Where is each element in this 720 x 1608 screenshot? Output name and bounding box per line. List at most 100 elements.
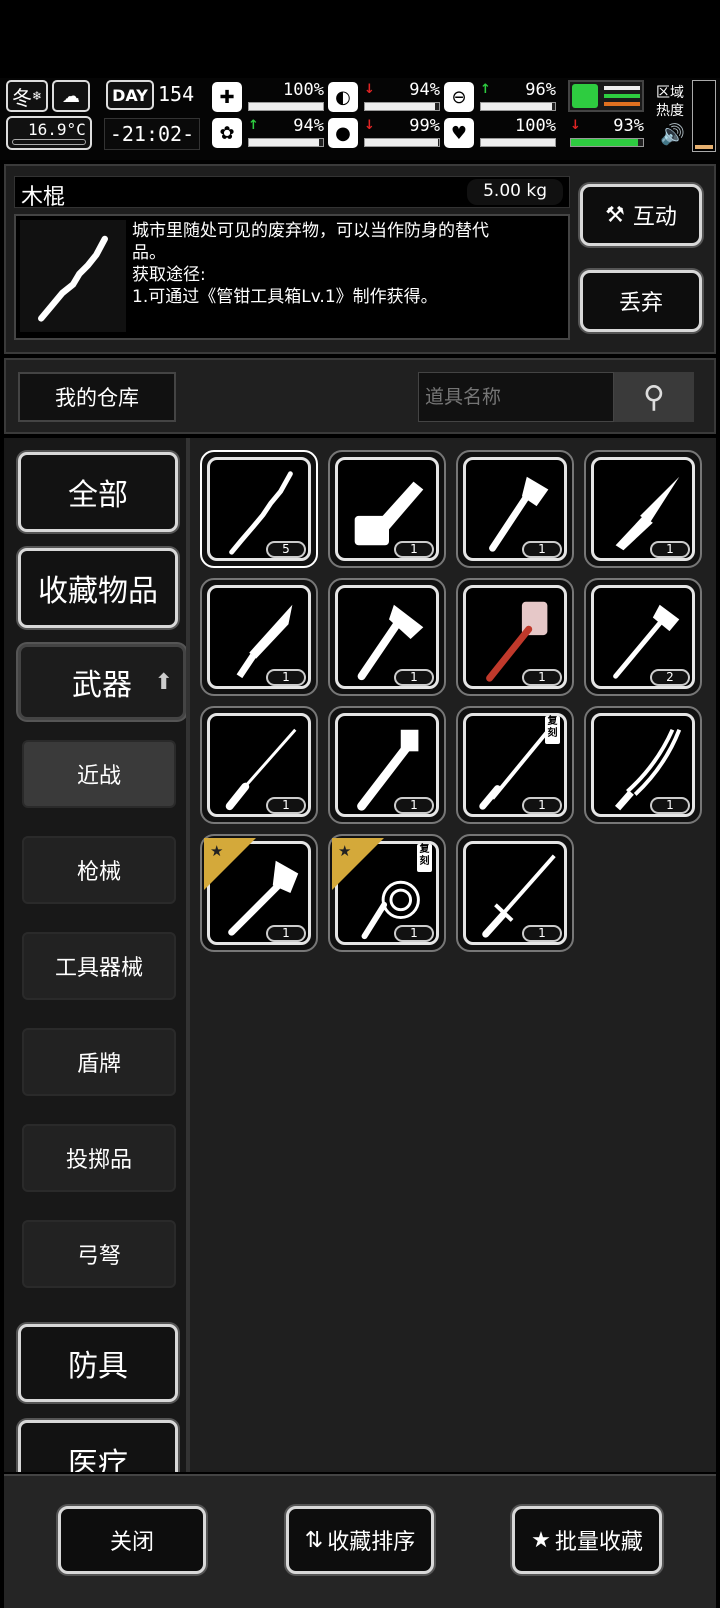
region-heat-label: 区域 热度 [656, 85, 684, 119]
batch-label: 批量收藏 [554, 1530, 643, 1555]
region-heat-meter [692, 80, 716, 152]
interact-button[interactable]: ⚒ 互动 [580, 184, 702, 246]
category-label: 武器 [72, 668, 132, 703]
item-slot-whip[interactable]: 复刻 ★ 1 [328, 834, 446, 952]
item-description: 城市里随处可见的废弃物，可以当作防身的替代 品。 获取途径: 1.可通过《管钳工… [132, 220, 564, 308]
discard-label: 丢弃 [618, 291, 663, 316]
replica-badge: 复刻 [417, 844, 432, 872]
item-slot-fire-axe[interactable]: 2 [584, 578, 702, 696]
equipment-indicator [568, 80, 644, 112]
category-all[interactable]: 全部 [18, 452, 178, 532]
boot-icon [572, 84, 598, 108]
star-icon: ★ [210, 842, 224, 860]
sort-favorites-button[interactable]: ⇅ 收藏排序 [286, 1506, 434, 1574]
close-button[interactable]: 关闭 [58, 1506, 206, 1574]
item-slot-machete[interactable]: 1 [200, 578, 318, 696]
swap-arrows-icon: ⇅ [304, 1527, 324, 1553]
item-count: 1 [522, 669, 562, 686]
arrow-up-icon: ⬆ [154, 669, 173, 695]
weather-icon: ☁ [52, 80, 90, 112]
item-slot-katana[interactable]: 1 [584, 706, 702, 824]
storage-header: 我的仓库 ⚲ [4, 358, 716, 434]
item-slot-wooden-stick[interactable]: 5 [200, 450, 318, 568]
item-slot-spiked-hammer[interactable]: 1 [456, 578, 574, 696]
category-label: 医疗 [68, 1447, 128, 1472]
item-count: 1 [650, 797, 690, 814]
category-label: 防具 [68, 1349, 128, 1384]
stat-thirst: ● ↓ 99% [328, 116, 444, 152]
clock-time: -21:02- [109, 122, 195, 146]
description-line: 获取途径: [132, 265, 206, 285]
stat-value: 100% [515, 116, 556, 136]
item-name: 木棍 [21, 185, 66, 210]
subcategory-throwables[interactable]: 投掷品 [22, 1124, 176, 1192]
item-count: 1 [266, 669, 306, 686]
item-slot-axe[interactable]: 1 [328, 578, 446, 696]
brain-icon: ✿ [212, 118, 242, 148]
subcategory-bows[interactable]: 弓弩 [22, 1220, 176, 1288]
season-label: 冬 [11, 85, 32, 110]
stat-health: ✚ 100% [212, 80, 328, 116]
subcategory-melee[interactable]: 近战 [22, 740, 176, 808]
hammer-icon: ⚒ [605, 202, 625, 228]
item-count: 5 [266, 541, 306, 558]
day-counter: 154 [158, 82, 195, 106]
subcategory-label: 投掷品 [65, 1148, 132, 1173]
item-slot-long-sword[interactable]: 1 [456, 834, 574, 952]
item-slot-shovel[interactable]: ★ 1 [200, 834, 318, 952]
temperature-box: 16.9°C [6, 116, 92, 150]
snow-icon: ❄ [31, 89, 43, 103]
medkit-icon: ✚ [212, 82, 242, 112]
search-input[interactable] [418, 372, 614, 422]
heart-icon: ♥ [444, 118, 474, 148]
stat-sanity: ✿ ↑ 94% [212, 116, 328, 152]
item-slot-baton[interactable]: 1 [200, 706, 318, 824]
wooden-stick-icon [38, 235, 108, 322]
item-count: 1 [522, 797, 562, 814]
item-slot-hatchet[interactable]: 1 [456, 450, 574, 568]
item-header: 木棍 5.00 kg [14, 176, 570, 210]
item-count: 1 [522, 541, 562, 558]
subcategory-tools[interactable]: 工具器械 [22, 932, 176, 1000]
item-detail-panel: 木棍 5.00 kg 城市里随处可见的废弃物，可以当作防身的替代 品。 获取途径… [4, 164, 716, 354]
item-count: 1 [650, 541, 690, 558]
subcategory-label: 近战 [76, 764, 121, 789]
water-drop-icon: ● [328, 118, 358, 148]
item-count: 1 [394, 541, 434, 558]
batch-favorite-button[interactable]: ★ 批量收藏 [512, 1506, 662, 1574]
category-sidebar: 全部 收藏物品 武器 ⬆ 近战 枪械 工具器械 盾牌 投掷品 弓弩 防具 医疗 [4, 438, 186, 1472]
item-count: 1 [266, 797, 306, 814]
category-armor[interactable]: 防具 [18, 1324, 178, 1402]
item-count: 1 [266, 925, 306, 942]
temperature-value: 16.9°C [28, 120, 86, 139]
item-slot-replica-sword[interactable]: 复刻 1 [456, 706, 574, 824]
sort-label: 收藏排序 [327, 1530, 416, 1555]
stat-stamina: ⊖ ↑ 96% [444, 80, 560, 116]
category-favorites[interactable]: 收藏物品 [18, 548, 178, 628]
item-count: 1 [394, 925, 434, 942]
item-preview [20, 220, 126, 332]
day-label: DAY [112, 85, 148, 105]
stomach-icon: ◐ [328, 82, 358, 112]
storage-title: 我的仓库 [18, 372, 176, 422]
item-slot-chainsaw[interactable]: 1 [328, 450, 446, 568]
item-slot-pipe-wrench[interactable]: 1 [328, 706, 446, 824]
subcategory-label: 枪械 [76, 860, 121, 885]
stat-value: 94% [409, 80, 440, 100]
discard-button[interactable]: 丢弃 [580, 270, 702, 332]
stat-value: 93% [613, 116, 644, 136]
category-weapons[interactable]: 武器 ⬆ [18, 644, 186, 720]
season-badge: 冬 ❄ [6, 80, 48, 112]
item-slot-folding-knife[interactable]: 1 [584, 450, 702, 568]
search-icon[interactable]: ⚲ [614, 372, 694, 422]
stat-durability: ↓ 93% [568, 116, 648, 152]
category-label: 收藏物品 [38, 574, 158, 609]
item-count: 1 [394, 669, 434, 686]
subcategory-firearms[interactable]: 枪械 [22, 836, 176, 904]
category-medical[interactable]: 医疗 [18, 1420, 178, 1472]
description-line: 1.可通过《管钳工具箱Lv.1》制作获得。 [132, 287, 438, 307]
subcategory-shields[interactable]: 盾牌 [22, 1028, 176, 1096]
stat-value: 99% [409, 116, 440, 136]
stamina-icon: ⊖ [444, 82, 474, 112]
sound-icon[interactable]: 🔊 [660, 122, 685, 146]
